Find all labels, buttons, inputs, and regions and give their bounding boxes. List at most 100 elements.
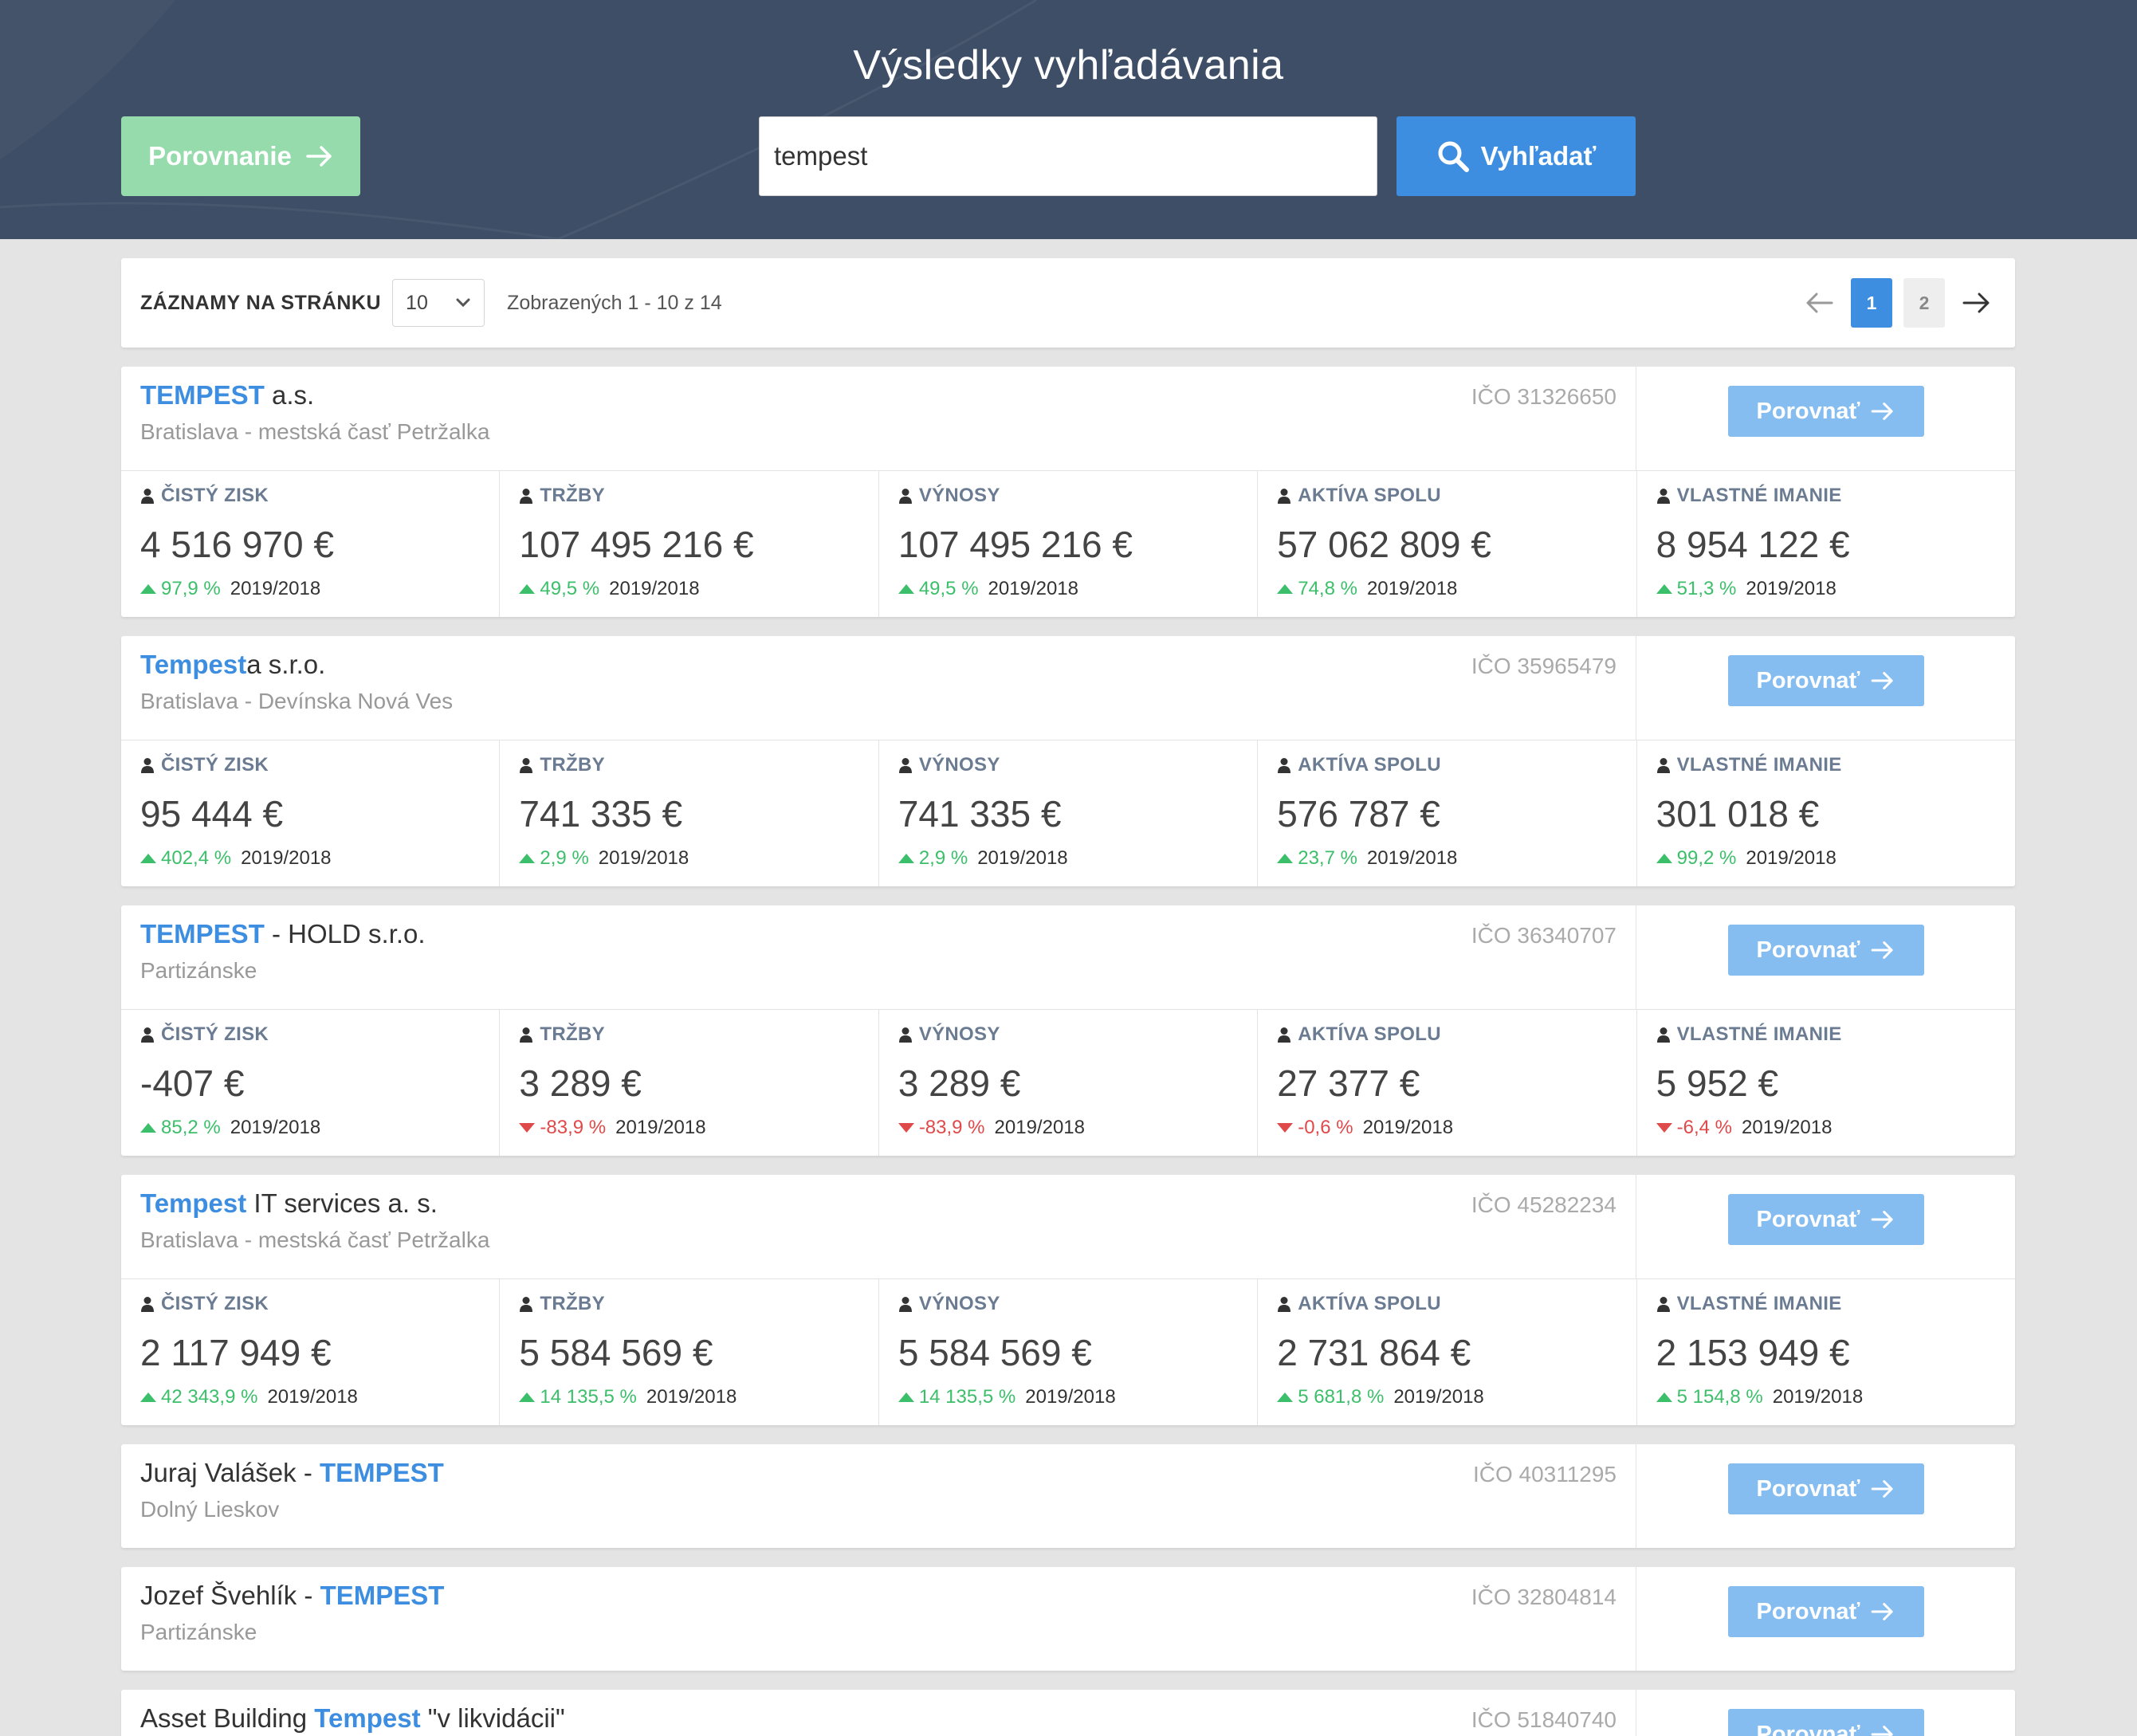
company-name[interactable]: Jozef Švehlík - TEMPEST <box>140 1578 1616 1613</box>
metric-change: -83,9 % 2019/2018 <box>519 1117 858 1139</box>
metric-period: 2019/2018 <box>615 1117 706 1138</box>
metric-label: ČISTÝ ZISK <box>140 1292 480 1316</box>
triangle-down-icon <box>1656 1123 1672 1133</box>
user-icon <box>141 1297 154 1312</box>
company-name[interactable]: Asset Building Tempest "v likvidácii" <box>140 1701 1616 1736</box>
metric-value: 27 377 € <box>1277 1062 1420 1104</box>
metric-change-percent: 97,9 % <box>161 578 221 599</box>
triangle-up-icon <box>1656 584 1672 594</box>
company-cards: TEMPEST a.s. Bratislava - mestská časť Pe… <box>121 367 2015 1736</box>
metric-change: 99,2 % 2019/2018 <box>1656 847 1996 870</box>
metric-period: 2019/2018 <box>988 578 1078 599</box>
metric-label-text: VÝNOSY <box>918 485 1000 506</box>
metric-change-percent: 42 343,9 % <box>161 1386 258 1408</box>
page-button-1[interactable]: 1 <box>1851 278 1892 328</box>
metric-cell: ČISTÝ ZISK -407 € 85,2 % 2019/2018 <box>121 1010 499 1156</box>
metric-change: 2,9 % 2019/2018 <box>898 847 1238 870</box>
arrow-right-icon <box>1872 1480 1894 1498</box>
user-icon <box>898 1027 912 1043</box>
user-icon <box>1656 1027 1670 1043</box>
metric-label: AKTÍVA SPOLU <box>1277 753 1616 777</box>
metric-cell: AKTÍVA SPOLU 57 062 809 € 74,8 % 2019/2018 <box>1257 471 1636 617</box>
metric-change-percent: -6,4 % <box>1676 1117 1732 1138</box>
search-button[interactable]: Vyhľadať <box>1397 116 1636 196</box>
triangle-up-icon <box>519 584 536 594</box>
metric-cell: VÝNOSY 3 289 € -83,9 % 2019/2018 <box>878 1010 1257 1156</box>
metric-cell: TRŽBY 741 335 € 2,9 % 2019/2018 <box>499 740 878 886</box>
compare-column: Porovnať <box>1636 905 2015 1009</box>
arrow-left-icon <box>1806 293 1833 313</box>
metric-change-percent: 402,4 % <box>161 847 232 869</box>
metric-label: ČISTÝ ZISK <box>140 1023 480 1047</box>
page-button-2[interactable]: 2 <box>1903 278 1945 328</box>
company-city: Partizánske <box>140 1620 257 1644</box>
compare-company-button[interactable]: Porovnať <box>1727 1463 1924 1514</box>
metric-period: 2019/2018 <box>1746 847 1836 869</box>
search-input[interactable] <box>759 116 1377 196</box>
metric-change-percent: 2,9 % <box>918 847 968 869</box>
metric-label: VÝNOSY <box>898 1292 1238 1316</box>
metric-label: VLASTNÉ IMANIE <box>1656 753 1996 777</box>
metric-change: 14 135,5 % 2019/2018 <box>898 1386 1238 1408</box>
triangle-up-icon <box>140 584 156 594</box>
company-card: TEMPEST a.s. Bratislava - mestská časť Pe… <box>121 367 2015 617</box>
triangle-up-icon <box>898 584 914 594</box>
company-card: Tempesta s.r.o. Bratislava - Devínska Nov… <box>121 636 2015 886</box>
compare-company-button[interactable]: Porovnať <box>1727 925 1924 976</box>
triangle-up-icon <box>1277 584 1294 594</box>
metric-change-percent: 5 681,8 % <box>1298 1386 1385 1408</box>
company-name[interactable]: Tempest IT services a. s. <box>140 1186 1616 1221</box>
company-name-text: a.s. <box>264 380 315 410</box>
company-info: Juraj Valášek - TEMPEST Dolný Lieskov IČO … <box>121 1444 1636 1548</box>
metric-change: 51,3 % 2019/2018 <box>1656 578 1996 600</box>
metric-label-text: VLASTNÉ IMANIE <box>1676 754 1842 776</box>
compare-company-button[interactable]: Porovnať <box>1727 386 1924 437</box>
compare-company-button[interactable]: Porovnať <box>1727 1586 1924 1637</box>
company-name[interactable]: TEMPEST - HOLD s.r.o. <box>140 917 1616 952</box>
metric-label: VLASTNÉ IMANIE <box>1656 1292 1996 1316</box>
compare-column: Porovnať <box>1636 367 2015 470</box>
compare-column: Porovnať <box>1636 1444 2015 1548</box>
prev-page-button[interactable] <box>1800 279 1840 327</box>
compare-company-button[interactable]: Porovnať <box>1727 1709 1924 1736</box>
company-card: Juraj Valášek - TEMPEST Dolný Lieskov IČO … <box>121 1444 2015 1548</box>
company-info: Tempesta s.r.o. Bratislava - Devínska Nov… <box>121 636 1636 740</box>
metric-change-percent: 74,8 % <box>1298 578 1357 599</box>
next-page-button[interactable] <box>1956 279 1996 327</box>
company-card: Jozef Švehlík - TEMPEST Partizánske IČO 32… <box>121 1567 2015 1671</box>
company-name-highlight: Tempest <box>140 1188 247 1218</box>
metric-value: -407 € <box>140 1062 245 1104</box>
metric-period: 2019/2018 <box>1025 1386 1116 1408</box>
metric-change: 2,9 % 2019/2018 <box>519 847 858 870</box>
company-ico: IČO 51840740 <box>1471 1707 1616 1732</box>
metric-label-text: TRŽBY <box>540 485 605 506</box>
metric-value: 2 731 864 € <box>1277 1332 1471 1373</box>
compare-company-button[interactable]: Porovnať <box>1727 655 1924 706</box>
metric-change-percent: 49,5 % <box>918 578 979 599</box>
metric-value: 95 444 € <box>140 793 284 835</box>
company-info: Jozef Švehlík - TEMPEST Partizánske IČO 32… <box>121 1567 1636 1671</box>
company-name[interactable]: Tempesta s.r.o. <box>140 647 1616 682</box>
user-icon <box>520 489 533 504</box>
page-header: Výsledky vyhľadávania Porovnanie Vyhľada… <box>0 0 2137 239</box>
metric-value: 301 018 € <box>1656 793 1820 835</box>
metric-change-percent: 23,7 % <box>1298 847 1357 869</box>
company-name[interactable]: TEMPEST a.s. <box>140 378 1616 413</box>
metric-label-text: TRŽBY <box>540 1023 605 1045</box>
chevron-down-icon <box>456 298 470 308</box>
company-name[interactable]: Juraj Valášek - TEMPEST <box>140 1455 1616 1491</box>
triangle-up-icon <box>140 854 156 863</box>
metric-value: 741 335 € <box>898 793 1062 835</box>
compare-button[interactable]: Porovnanie <box>121 116 360 196</box>
metric-label-text: VLASTNÉ IMANIE <box>1676 485 1842 506</box>
metric-period: 2019/2018 <box>598 847 689 869</box>
compare-company-button[interactable]: Porovnať <box>1727 1194 1924 1245</box>
company-ico: IČO 32804814 <box>1471 1585 1616 1609</box>
company-name-highlight: TEMPEST <box>319 1458 444 1487</box>
metric-label: ČISTÝ ZISK <box>140 484 480 508</box>
company-name-text: Jozef Švehlík - <box>140 1581 320 1610</box>
company-header: TEMPEST a.s. Bratislava - mestská časť Pe… <box>121 367 2015 470</box>
per-page-select[interactable]: 10 <box>392 279 485 327</box>
metric-label-text: AKTÍVA SPOLU <box>1298 1023 1441 1045</box>
metric-change: 23,7 % 2019/2018 <box>1277 847 1616 870</box>
